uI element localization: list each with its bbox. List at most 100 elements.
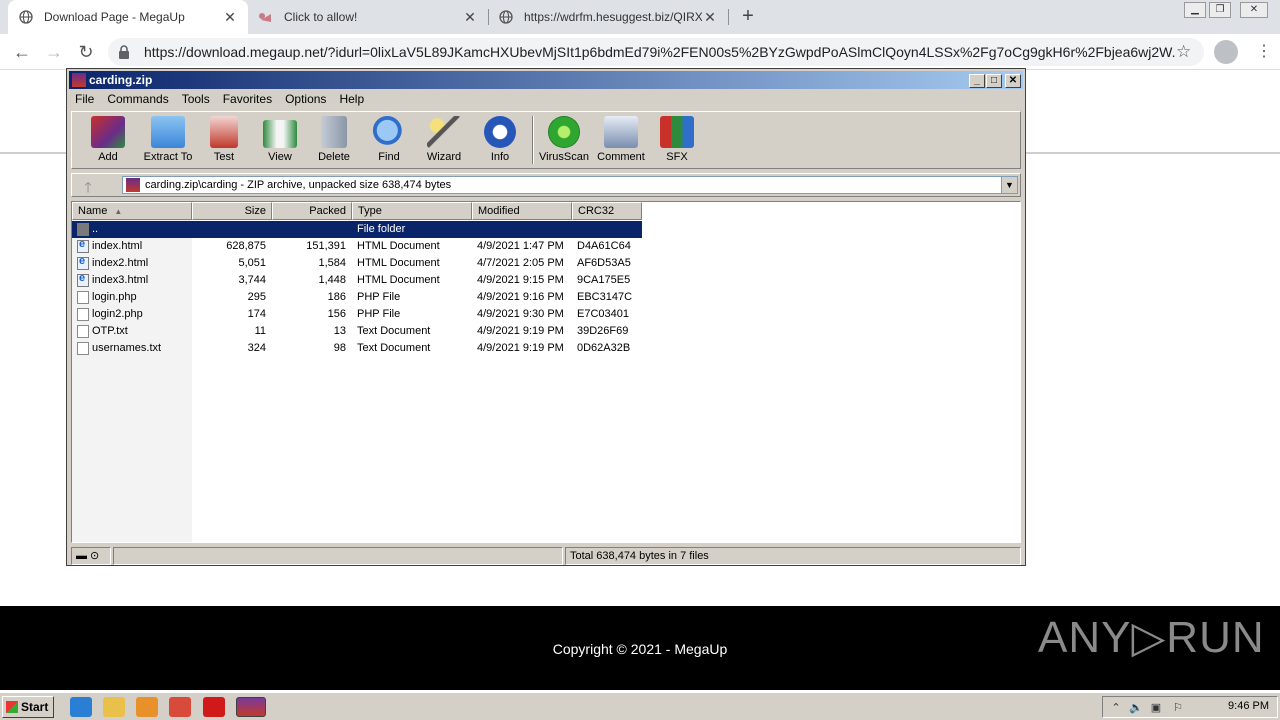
media-player-icon[interactable]: [136, 697, 158, 717]
info-button[interactable]: Info: [472, 116, 528, 168]
find-button[interactable]: Find: [361, 116, 417, 168]
column-header-modified[interactable]: Modified: [472, 202, 572, 220]
extract-to-button[interactable]: Extract To: [138, 116, 198, 168]
add-button[interactable]: Add: [80, 116, 136, 168]
browser-toolbar: ← → ↻ https://download.megaup.net/?idurl…: [0, 34, 1280, 70]
lock-icon: [118, 45, 132, 59]
sfx-button[interactable]: SFX: [649, 116, 705, 168]
tab-click-to-allow[interactable]: Click to allow! ✕: [248, 0, 488, 34]
close-icon[interactable]: ✕: [222, 9, 238, 26]
comment-button[interactable]: Comment: [593, 116, 649, 168]
reload-icon[interactable]: ↻: [76, 42, 96, 62]
menu-options[interactable]: Options: [285, 92, 326, 106]
column-header-name[interactable]: Name ▲: [72, 202, 192, 220]
show-hidden-icons-icon[interactable]: ⌃: [1109, 701, 1123, 715]
view-button[interactable]: View: [252, 116, 308, 168]
column-header-size[interactable]: Size: [192, 202, 272, 220]
minimize-icon[interactable]: _: [969, 74, 985, 88]
drive-icon[interactable]: ▬ ⊙: [71, 547, 111, 565]
network-icon[interactable]: ▣: [1149, 701, 1163, 715]
url-text[interactable]: https://download.megaup.net/?idurl=0lixL…: [144, 44, 1176, 60]
restore-window-button[interactable]: ❐: [1209, 2, 1231, 18]
forward-arrow-icon[interactable]: →: [44, 42, 64, 62]
up-one-level-icon[interactable]: 🡑: [78, 177, 98, 195]
column-header-packed[interactable]: Packed: [272, 202, 352, 220]
globe-icon: [18, 9, 34, 25]
close-icon[interactable]: ✕: [462, 9, 478, 26]
menu-tools[interactable]: Tools: [182, 92, 210, 106]
start-button[interactable]: Start: [2, 696, 54, 718]
file-row[interactable]: usernames.txt 324 98 Text Document 4/9/2021 …: [72, 340, 642, 357]
new-tab-button[interactable]: +: [737, 5, 759, 27]
file-row[interactable]: login.php 295 186 PHP File 4/9/2021 9:16 PM E…: [72, 289, 642, 306]
html-file-icon: [77, 238, 89, 253]
file-name: index2.html: [92, 257, 149, 269]
tab-download-page[interactable]: Download Page - MegaUp ✕: [8, 0, 248, 34]
menu-file[interactable]: File: [75, 92, 94, 106]
opera-icon[interactable]: [203, 697, 225, 717]
file-row[interactable]: login2.php 174 156 PHP File 4/9/2021 9:30 PM…: [72, 306, 642, 323]
minimize-window-button[interactable]: ▁: [1184, 2, 1206, 18]
file-type: HTML Document: [357, 257, 440, 269]
close-icon[interactable]: ✕: [1005, 74, 1021, 88]
winrar-app-icon: [72, 73, 86, 87]
winrar-title-bar[interactable]: carding.zip _ □ ✕: [69, 71, 1023, 89]
menu-commands[interactable]: Commands: [107, 92, 168, 106]
status-bar: ▬ ⊙ Total 638,474 bytes in 7 files: [71, 547, 1021, 565]
maximize-icon[interactable]: □: [986, 74, 1002, 88]
file-row[interactable]: index.html 628,875 151,391 HTML Document 4/9…: [72, 238, 642, 255]
close-window-button[interactable]: ✕: [1240, 2, 1268, 18]
file-row[interactable]: index3.html 3,744 1,448 HTML Document 4/9/20…: [72, 272, 642, 289]
html-file-icon: [77, 255, 89, 270]
file-size: 11: [254, 325, 266, 337]
file-type: Text Document: [357, 342, 431, 354]
virusscan-button[interactable]: VirusScan: [536, 116, 592, 168]
extract-folder-icon: [151, 116, 185, 148]
address-bar[interactable]: https://download.megaup.net/?idurl=0lixL…: [108, 38, 1204, 66]
column-header-crc32[interactable]: CRC32: [572, 202, 642, 220]
archive-path-row: 🡑 carding.zip\carding - ZIP archive, unp…: [71, 173, 1021, 197]
file-packed: 1,584: [318, 257, 346, 269]
file-crc: 39D26F69: [577, 325, 629, 337]
tab-hesuggest[interactable]: https://wdrfm.hesuggest.biz/QIRXT ✕: [488, 0, 728, 34]
wizard-button[interactable]: Wizard: [416, 116, 472, 168]
file-packed: 1,448: [318, 274, 346, 286]
file-name: usernames.txt: [92, 342, 162, 354]
dropdown-arrow-icon[interactable]: ▼: [1001, 177, 1017, 193]
file-list: Name ▲ Size Packed Type Modified CRC32 .…: [71, 201, 1021, 543]
toolbar-label: SFX: [666, 151, 688, 163]
file-row[interactable]: index2.html 5,051 1,584 HTML Document 4/7/20…: [72, 255, 642, 272]
kebab-menu-icon[interactable]: ⋮: [1256, 42, 1272, 62]
window-title: carding.zip: [89, 73, 153, 87]
bookmark-star-icon[interactable]: ☆: [1176, 42, 1194, 62]
menu-favorites[interactable]: Favorites: [223, 92, 272, 106]
file-name: index3.html: [92, 274, 149, 286]
delete-button[interactable]: Delete: [306, 116, 362, 168]
file-packed: [272, 221, 346, 238]
profile-avatar-icon[interactable]: [1214, 40, 1238, 64]
back-arrow-icon[interactable]: ←: [12, 42, 32, 62]
volume-icon[interactable]: 🔈: [1129, 701, 1143, 715]
clock[interactable]: 9:46 PM: [1228, 700, 1269, 712]
close-icon[interactable]: ✕: [702, 9, 718, 26]
archive-path-combobox[interactable]: carding.zip\carding - ZIP archive, unpac…: [122, 176, 1018, 194]
file-row[interactable]: .. File folder: [72, 221, 642, 238]
file-row[interactable]: OTP.txt 11 13 Text Document 4/9/2021 9:19 PM…: [72, 323, 642, 340]
file-name: index.html: [92, 240, 143, 252]
bell-icon: [258, 9, 274, 25]
column-header-type[interactable]: Type: [352, 202, 472, 220]
column-header-label: Name: [78, 205, 108, 217]
toolbar-label: Info: [490, 151, 510, 163]
test-button[interactable]: Test: [196, 116, 252, 168]
status-left-panel: [113, 547, 563, 565]
winrar-icon[interactable]: [236, 697, 266, 717]
menu-help[interactable]: Help: [339, 92, 364, 106]
action-center-flag-icon[interactable]: ⚐: [1171, 701, 1185, 715]
internet-explorer-icon[interactable]: [70, 697, 92, 717]
file-explorer-icon[interactable]: [103, 697, 125, 717]
file-size: 295: [247, 291, 266, 303]
file-packed: 98: [333, 342, 346, 354]
toolbar-label: Extract To: [143, 151, 193, 163]
chrome-icon[interactable]: [169, 697, 191, 717]
windows-taskbar: Start ⌃ 🔈 ▣ ⚐ 9:46 PM: [0, 692, 1280, 720]
